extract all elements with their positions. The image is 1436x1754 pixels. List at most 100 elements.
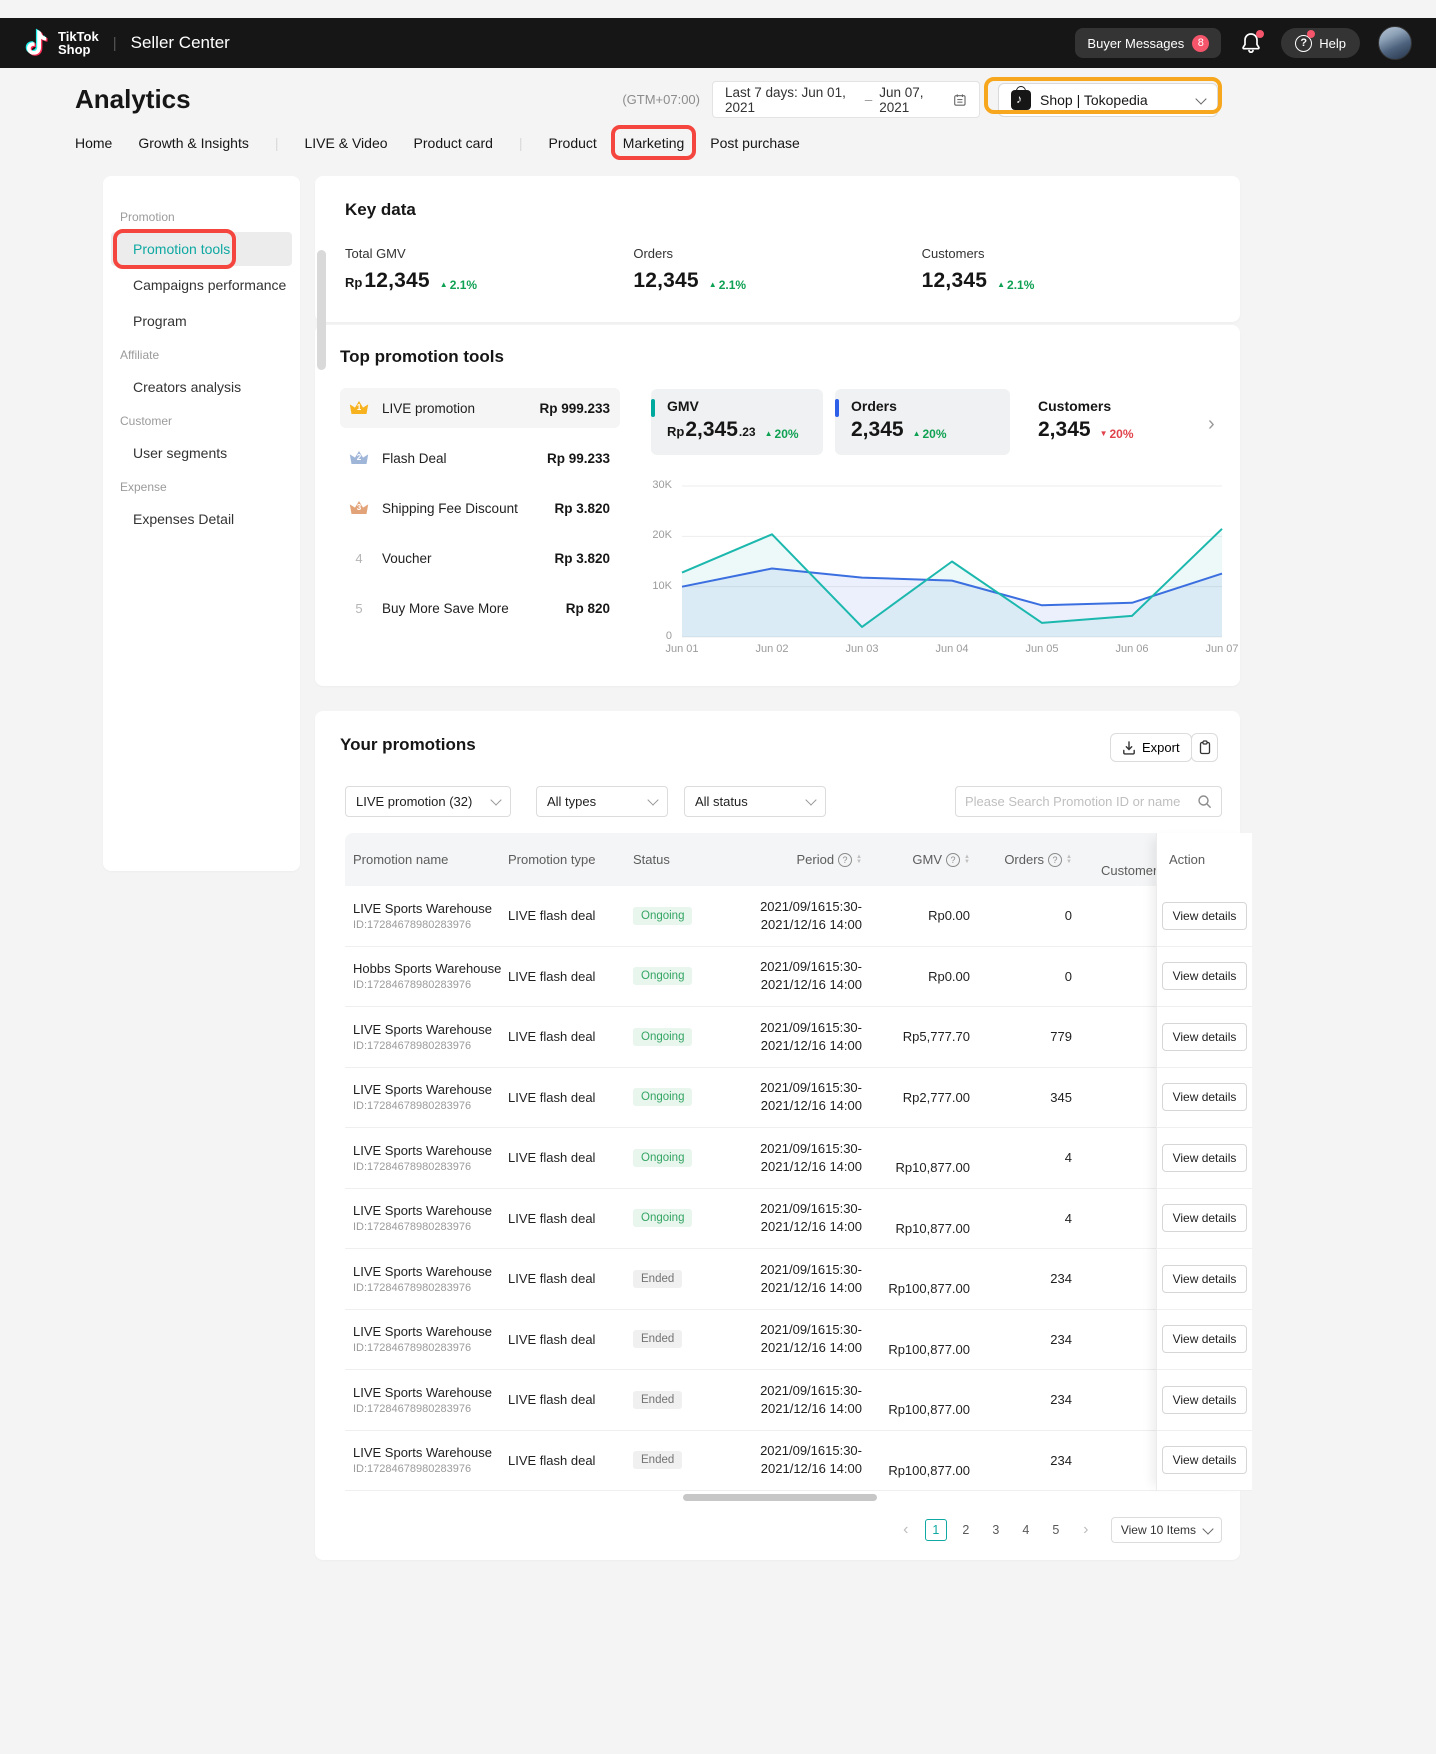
tab-live-video[interactable]: LIVE & Video [305,135,388,151]
sidebar-item-creators-analysis[interactable]: Creators analysis [111,370,292,404]
view-details-button[interactable]: View details [1162,1325,1248,1353]
ranking-item-shipping-fee-discount[interactable]: 3Shipping Fee DiscountRp 3.820 [340,488,620,528]
view-details-button[interactable]: View details [1162,1023,1248,1051]
rank-number: 4 [348,551,370,566]
status-cell: Ended [633,1391,733,1409]
view-details-button[interactable]: View details [1162,1204,1248,1232]
view-details-button[interactable]: View details [1162,1083,1248,1111]
chevron-right-icon[interactable]: › [1208,413,1215,436]
gmv-value: Rp0.00 [928,969,970,984]
x-axis-tick: Jun 02 [750,643,794,655]
page-button-3[interactable]: 3 [985,1519,1007,1541]
view-details-button[interactable]: View details [1162,1446,1248,1474]
gmv-value: Rp0.00 [928,908,970,923]
help-button[interactable]: ? Help [1281,28,1360,58]
tab-growth-insights[interactable]: Growth & Insights [138,135,249,151]
tab-product-card[interactable]: Product card [414,135,493,151]
trend-down-icon: ▼ [1100,429,1108,438]
period-cell: 2021/09/1615:30-2021/12/16 14:00 [733,1019,888,1055]
search-icon[interactable] [1197,794,1212,809]
action-cell: View details [1157,1007,1252,1068]
ranking-item-voucher[interactable]: 4VoucherRp 3.820 [340,538,620,578]
status-cell: Ended [633,1330,733,1348]
key-metric-number: 12,345 [922,269,987,293]
view-details-button[interactable]: View details [1162,962,1248,990]
date-range-separator: – [865,92,873,107]
promotion-filter-value: LIVE promotion (32) [356,794,472,809]
sort-icon[interactable]: ▲▼ [856,855,862,865]
sidebar: Promotion Promotion toolsCampaigns perfor… [103,176,300,871]
period-end: 2021/12/16 14:00 [761,1097,862,1115]
vertical-scrollbar[interactable] [317,250,326,370]
shop-selector[interactable]: Shop | Tokopedia [998,83,1218,117]
bell-notification-dot [1256,30,1264,38]
view-details-button[interactable]: View details [1162,1265,1248,1293]
buyer-messages-button[interactable]: Buyer Messages 8 [1075,28,1221,58]
sidebar-item-program[interactable]: Program [111,304,292,338]
tab-product[interactable]: Product [549,135,597,151]
page-button-4[interactable]: 4 [1015,1519,1037,1541]
metric-card-orders[interactable]: Orders2,345▲20% [835,389,1010,455]
metric-card-gmv[interactable]: GMVRp2,345.23▲20% [651,389,823,455]
page-size-selector[interactable]: View 10 Items [1111,1517,1222,1543]
page-button-5[interactable]: 5 [1045,1519,1067,1541]
sort-icon[interactable]: ▲▼ [964,855,970,865]
page-button-2[interactable]: 2 [955,1519,977,1541]
sidebar-item-user-segments[interactable]: User segments [111,436,292,470]
y-axis-tick: 30K [638,479,672,491]
promotion-filter-dropdown[interactable]: LIVE promotion (32) [345,786,511,817]
tab-marketing[interactable]: Marketing [623,135,684,151]
column-header-orders: Orders?▲▼ [998,852,1093,867]
sidebar-item-campaigns-performance[interactable]: Campaigns performance [111,268,292,302]
period-cell: 2021/09/1615:30-2021/12/16 14:00 [733,1382,888,1418]
chevron-right-icon[interactable]: › [1075,1519,1097,1541]
view-details-button[interactable]: View details [1162,1386,1248,1414]
promotion-name: Hobbs Sports Warehouse [353,961,501,976]
help-circle-icon: ? [838,853,852,867]
ranking-item-name: Flash Deal [382,451,447,466]
promotion-id: ID:17284678980283976 [353,1040,471,1052]
ranking-item-buy-more-save-more[interactable]: 5Buy More Save MoreRp 820 [340,588,620,628]
tab-post-purchase[interactable]: Post purchase [710,135,800,151]
help-label: Help [1319,36,1346,51]
sidebar-item-expenses-detail[interactable]: Expenses Detail [111,502,292,536]
trend-up-icon: ▲ [709,280,717,289]
promotion-search-input[interactable] [965,794,1197,809]
status-badge: Ongoing [633,967,692,985]
trend-up-icon: ▲ [997,280,1005,289]
date-range-picker[interactable]: Last 7 days: Jun 01, 2021 – Jun 07, 2021 [712,81,980,118]
promotion-type: LIVE flash deal [508,1029,595,1044]
status-filter-dropdown[interactable]: All status [684,786,826,817]
sort-icon[interactable]: ▲▼ [1066,855,1072,865]
type-filter-dropdown[interactable]: All types [536,786,668,817]
period-end: 2021/12/16 14:00 [761,1158,862,1176]
promotion-name-cell: LIVE Sports WarehouseID:1728467898028397… [345,1143,508,1173]
period-cell: 2021/09/1615:30-2021/12/16 14:00 [733,1200,888,1236]
horizontal-scrollbar-thumb[interactable] [683,1494,877,1501]
ranking-item-live-promotion[interactable]: 1LIVE promotionRp 999.233 [340,388,620,428]
page-button-1[interactable]: 1 [925,1519,947,1541]
sidebar-item-promotion-tools[interactable]: Promotion tools [111,232,292,266]
metric-card-value: 2,345▼20% [1038,418,1183,442]
period-cell: 2021/09/1615:30-2021/12/16 14:00 [733,1140,888,1176]
notifications-bell-button[interactable] [1239,31,1263,55]
view-details-button[interactable]: View details [1162,902,1248,930]
clipboard-button[interactable] [1191,733,1218,762]
tab-home[interactable]: Home [75,135,112,151]
trend-up-icon: ▲ [765,429,773,438]
chevron-left-icon[interactable]: ‹ [895,1519,917,1541]
period-end: 2021/12/16 14:00 [761,1400,862,1418]
action-column: ActionView detailsView detailsView detai… [1156,833,1252,1491]
user-avatar[interactable] [1378,26,1412,60]
ranking-item-flash-deal[interactable]: 2Flash DealRp 99.233 [340,438,620,478]
action-cell: View details [1157,1370,1252,1431]
key-metric-label: Customers [922,246,1210,261]
metric-card-customers[interactable]: Customers2,345▼20% [1022,389,1195,455]
export-button[interactable]: Export [1110,733,1192,762]
tiktok-shop-logo[interactable]: TikTok Shop [24,28,99,58]
delta-value: 2.1% [1007,278,1034,292]
sidebar-section-label: Promotion [120,210,300,224]
status-cell: Ended [633,1270,733,1288]
view-details-button[interactable]: View details [1162,1144,1248,1172]
sidebar-item-label: User segments [133,445,227,461]
